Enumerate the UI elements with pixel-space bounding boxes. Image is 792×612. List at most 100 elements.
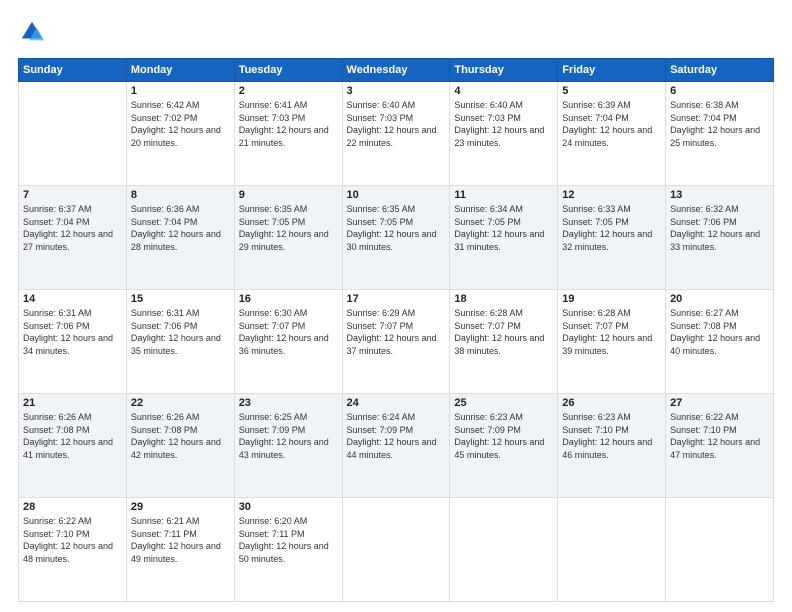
day-info: Sunrise: 6:36 AMSunset: 7:04 PMDaylight:… [131, 204, 221, 252]
weekday-header-row: SundayMondayTuesdayWednesdayThursdayFrid… [19, 59, 774, 82]
day-info: Sunrise: 6:31 AMSunset: 7:06 PMDaylight:… [23, 308, 113, 356]
day-info: Sunrise: 6:26 AMSunset: 7:08 PMDaylight:… [23, 412, 113, 460]
day-info: Sunrise: 6:35 AMSunset: 7:05 PMDaylight:… [347, 204, 437, 252]
day-info: Sunrise: 6:41 AMSunset: 7:03 PMDaylight:… [239, 100, 329, 148]
day-info: Sunrise: 6:39 AMSunset: 7:04 PMDaylight:… [562, 100, 652, 148]
day-info: Sunrise: 6:32 AMSunset: 7:06 PMDaylight:… [670, 204, 760, 252]
day-number: 27 [670, 397, 769, 409]
calendar-cell: 7 Sunrise: 6:37 AMSunset: 7:04 PMDayligh… [19, 186, 127, 290]
calendar-cell: 26 Sunrise: 6:23 AMSunset: 7:10 PMDaylig… [558, 394, 666, 498]
calendar-cell [666, 498, 774, 602]
day-number: 21 [23, 397, 122, 409]
day-info: Sunrise: 6:27 AMSunset: 7:08 PMDaylight:… [670, 308, 760, 356]
day-info: Sunrise: 6:29 AMSunset: 7:07 PMDaylight:… [347, 308, 437, 356]
calendar-cell: 18 Sunrise: 6:28 AMSunset: 7:07 PMDaylig… [450, 290, 558, 394]
day-number: 22 [131, 397, 230, 409]
day-info: Sunrise: 6:24 AMSunset: 7:09 PMDaylight:… [347, 412, 437, 460]
day-info: Sunrise: 6:23 AMSunset: 7:10 PMDaylight:… [562, 412, 652, 460]
calendar-cell [19, 82, 127, 186]
calendar-cell: 29 Sunrise: 6:21 AMSunset: 7:11 PMDaylig… [126, 498, 234, 602]
day-number: 7 [23, 189, 122, 201]
weekday-header-sunday: Sunday [19, 59, 127, 82]
day-number: 24 [347, 397, 446, 409]
calendar-cell: 25 Sunrise: 6:23 AMSunset: 7:09 PMDaylig… [450, 394, 558, 498]
day-info: Sunrise: 6:20 AMSunset: 7:11 PMDaylight:… [239, 516, 329, 564]
calendar-cell: 4 Sunrise: 6:40 AMSunset: 7:03 PMDayligh… [450, 82, 558, 186]
day-info: Sunrise: 6:40 AMSunset: 7:03 PMDaylight:… [347, 100, 437, 148]
logo [18, 18, 50, 46]
calendar-cell: 17 Sunrise: 6:29 AMSunset: 7:07 PMDaylig… [342, 290, 450, 394]
day-number: 15 [131, 293, 230, 305]
week-row-0: 1 Sunrise: 6:42 AMSunset: 7:02 PMDayligh… [19, 82, 774, 186]
day-number: 17 [347, 293, 446, 305]
day-info: Sunrise: 6:21 AMSunset: 7:11 PMDaylight:… [131, 516, 221, 564]
calendar-cell [342, 498, 450, 602]
weekday-header-saturday: Saturday [666, 59, 774, 82]
day-number: 18 [454, 293, 553, 305]
day-number: 6 [670, 85, 769, 97]
calendar-cell: 3 Sunrise: 6:40 AMSunset: 7:03 PMDayligh… [342, 82, 450, 186]
day-info: Sunrise: 6:40 AMSunset: 7:03 PMDaylight:… [454, 100, 544, 148]
day-info: Sunrise: 6:35 AMSunset: 7:05 PMDaylight:… [239, 204, 329, 252]
calendar-cell: 27 Sunrise: 6:22 AMSunset: 7:10 PMDaylig… [666, 394, 774, 498]
calendar-cell [450, 498, 558, 602]
day-number: 26 [562, 397, 661, 409]
day-info: Sunrise: 6:22 AMSunset: 7:10 PMDaylight:… [670, 412, 760, 460]
calendar-cell: 9 Sunrise: 6:35 AMSunset: 7:05 PMDayligh… [234, 186, 342, 290]
day-number: 16 [239, 293, 338, 305]
calendar-cell: 21 Sunrise: 6:26 AMSunset: 7:08 PMDaylig… [19, 394, 127, 498]
calendar-cell: 12 Sunrise: 6:33 AMSunset: 7:05 PMDaylig… [558, 186, 666, 290]
day-info: Sunrise: 6:26 AMSunset: 7:08 PMDaylight:… [131, 412, 221, 460]
day-info: Sunrise: 6:34 AMSunset: 7:05 PMDaylight:… [454, 204, 544, 252]
day-number: 30 [239, 501, 338, 513]
day-number: 5 [562, 85, 661, 97]
week-row-1: 7 Sunrise: 6:37 AMSunset: 7:04 PMDayligh… [19, 186, 774, 290]
day-info: Sunrise: 6:28 AMSunset: 7:07 PMDaylight:… [562, 308, 652, 356]
weekday-header-thursday: Thursday [450, 59, 558, 82]
day-number: 20 [670, 293, 769, 305]
day-number: 1 [131, 85, 230, 97]
day-number: 2 [239, 85, 338, 97]
weekday-header-friday: Friday [558, 59, 666, 82]
calendar-cell: 11 Sunrise: 6:34 AMSunset: 7:05 PMDaylig… [450, 186, 558, 290]
day-info: Sunrise: 6:31 AMSunset: 7:06 PMDaylight:… [131, 308, 221, 356]
calendar-cell [558, 498, 666, 602]
day-info: Sunrise: 6:42 AMSunset: 7:02 PMDaylight:… [131, 100, 221, 148]
calendar-cell: 15 Sunrise: 6:31 AMSunset: 7:06 PMDaylig… [126, 290, 234, 394]
calendar-cell: 28 Sunrise: 6:22 AMSunset: 7:10 PMDaylig… [19, 498, 127, 602]
day-number: 4 [454, 85, 553, 97]
day-number: 12 [562, 189, 661, 201]
calendar-cell: 2 Sunrise: 6:41 AMSunset: 7:03 PMDayligh… [234, 82, 342, 186]
day-number: 9 [239, 189, 338, 201]
week-row-2: 14 Sunrise: 6:31 AMSunset: 7:06 PMDaylig… [19, 290, 774, 394]
calendar-cell: 13 Sunrise: 6:32 AMSunset: 7:06 PMDaylig… [666, 186, 774, 290]
day-number: 14 [23, 293, 122, 305]
day-info: Sunrise: 6:28 AMSunset: 7:07 PMDaylight:… [454, 308, 544, 356]
calendar-cell: 6 Sunrise: 6:38 AMSunset: 7:04 PMDayligh… [666, 82, 774, 186]
weekday-header-monday: Monday [126, 59, 234, 82]
day-number: 11 [454, 189, 553, 201]
day-info: Sunrise: 6:23 AMSunset: 7:09 PMDaylight:… [454, 412, 544, 460]
calendar-cell: 23 Sunrise: 6:25 AMSunset: 7:09 PMDaylig… [234, 394, 342, 498]
calendar-cell: 22 Sunrise: 6:26 AMSunset: 7:08 PMDaylig… [126, 394, 234, 498]
day-number: 13 [670, 189, 769, 201]
day-number: 25 [454, 397, 553, 409]
page: SundayMondayTuesdayWednesdayThursdayFrid… [0, 0, 792, 612]
day-number: 29 [131, 501, 230, 513]
weekday-header-tuesday: Tuesday [234, 59, 342, 82]
calendar-cell: 5 Sunrise: 6:39 AMSunset: 7:04 PMDayligh… [558, 82, 666, 186]
calendar-cell: 1 Sunrise: 6:42 AMSunset: 7:02 PMDayligh… [126, 82, 234, 186]
day-info: Sunrise: 6:38 AMSunset: 7:04 PMDaylight:… [670, 100, 760, 148]
day-info: Sunrise: 6:30 AMSunset: 7:07 PMDaylight:… [239, 308, 329, 356]
day-info: Sunrise: 6:33 AMSunset: 7:05 PMDaylight:… [562, 204, 652, 252]
week-row-4: 28 Sunrise: 6:22 AMSunset: 7:10 PMDaylig… [19, 498, 774, 602]
calendar-cell: 14 Sunrise: 6:31 AMSunset: 7:06 PMDaylig… [19, 290, 127, 394]
calendar-cell: 20 Sunrise: 6:27 AMSunset: 7:08 PMDaylig… [666, 290, 774, 394]
day-info: Sunrise: 6:25 AMSunset: 7:09 PMDaylight:… [239, 412, 329, 460]
day-number: 3 [347, 85, 446, 97]
logo-icon [18, 18, 46, 46]
calendar-table: SundayMondayTuesdayWednesdayThursdayFrid… [18, 58, 774, 602]
day-number: 10 [347, 189, 446, 201]
day-info: Sunrise: 6:22 AMSunset: 7:10 PMDaylight:… [23, 516, 113, 564]
calendar-cell: 16 Sunrise: 6:30 AMSunset: 7:07 PMDaylig… [234, 290, 342, 394]
